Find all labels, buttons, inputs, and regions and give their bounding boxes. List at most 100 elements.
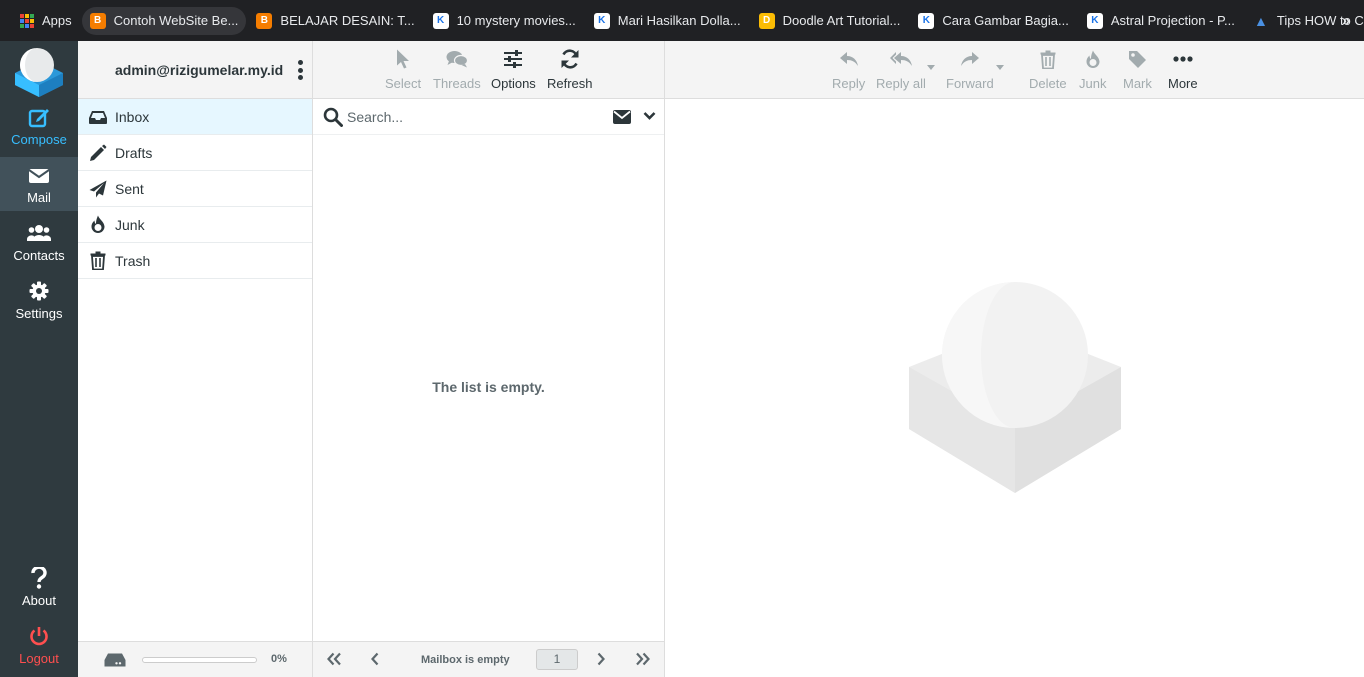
- refresh-label: Refresh: [547, 76, 593, 91]
- about-label: About: [22, 592, 56, 608]
- logout-button[interactable]: Logout: [0, 618, 78, 672]
- folder-item-trash[interactable]: Trash: [78, 243, 312, 279]
- triangle-icon: ▲: [1253, 12, 1268, 29]
- last-page-icon[interactable]: [635, 652, 651, 666]
- folder-item-sent[interactable]: Sent: [78, 171, 312, 207]
- contacts-label: Contacts: [13, 247, 65, 263]
- first-page-icon[interactable]: [326, 652, 342, 666]
- chevron-down-icon[interactable]: [643, 111, 656, 121]
- hard-drive-icon: [104, 653, 126, 667]
- forward-dropdown-icon[interactable]: [996, 65, 1004, 70]
- folder-item-drafts[interactable]: Drafts: [78, 135, 312, 171]
- folder-item-inbox[interactable]: Inbox: [78, 99, 312, 135]
- bookmark-label: Apps: [42, 13, 72, 28]
- forward-label: Forward: [946, 76, 994, 91]
- mail-button[interactable]: Mail: [0, 157, 78, 211]
- settings-label: Settings: [15, 305, 63, 321]
- bookmark-item[interactable]: K 10 mystery movies...: [425, 7, 584, 35]
- pager-info: Mailbox is empty: [421, 654, 510, 666]
- previous-page-icon[interactable]: [370, 652, 380, 666]
- empty-list-message: The list is empty.: [432, 379, 545, 395]
- bookmark-label: Cara Gambar Bagia...: [942, 13, 1069, 28]
- reply-all-button[interactable]: Reply all: [876, 47, 926, 91]
- trash-icon: [88, 251, 108, 271]
- bookmark-label: BELAJAR DESAIN: T...: [280, 13, 415, 28]
- gear-icon: [29, 280, 49, 302]
- bookmark-label: Tips HOW to CREAT...: [1276, 13, 1364, 28]
- roundcube-watermark-logo: [909, 282, 1121, 493]
- search-input[interactable]: [347, 107, 587, 127]
- pointer-icon: [396, 47, 410, 71]
- contacts-button[interactable]: Contacts: [0, 215, 78, 269]
- page-number-field[interactable]: 1: [536, 649, 578, 670]
- refresh-icon: [560, 47, 580, 71]
- mark-button[interactable]: Mark: [1123, 47, 1152, 91]
- folder-label: Inbox: [115, 108, 150, 125]
- inbox-icon: [88, 107, 108, 127]
- compose-button[interactable]: Compose: [0, 99, 78, 153]
- question-icon: [31, 566, 47, 589]
- bookmark-item[interactable]: K Astral Projection - P...: [1079, 7, 1243, 35]
- message-toolbar: Reply Reply all Forward Delete Junk Mark…: [665, 41, 1364, 99]
- bookmark-item[interactable]: B Contoh WebSite Be...: [81, 6, 247, 35]
- settings-button[interactable]: Settings: [0, 273, 78, 327]
- reply-icon: [839, 47, 859, 71]
- next-page-icon[interactable]: [596, 652, 606, 666]
- search-icon: [323, 107, 343, 127]
- more-label: More: [1168, 76, 1198, 91]
- about-button[interactable]: About: [0, 560, 78, 614]
- bookmark-item[interactable]: K Mari Hasilkan Dolla...: [586, 7, 749, 35]
- reply-all-dropdown-icon[interactable]: [927, 65, 935, 70]
- options-label: Options: [491, 76, 536, 91]
- select-button[interactable]: Select: [385, 47, 421, 91]
- users-icon: [27, 222, 51, 244]
- sliders-icon: [503, 47, 523, 71]
- list-toolbar: Select Threads Options Refresh: [313, 41, 664, 99]
- k-icon: K: [1086, 12, 1103, 29]
- k-icon: K: [593, 12, 610, 29]
- quota-progress: [142, 657, 257, 663]
- bookmarks-bar: Apps B Contoh WebSite Be... B BELAJAR DE…: [0, 0, 1364, 41]
- select-label: Select: [385, 76, 422, 91]
- folder-label: Junk: [115, 216, 145, 233]
- k-icon: K: [432, 12, 449, 29]
- junk-button[interactable]: Junk: [1079, 47, 1106, 91]
- roundcube-logo: [15, 48, 63, 97]
- bookmark-item[interactable]: K Cara Gambar Bagia...: [910, 7, 1076, 35]
- bookmark-label: Astral Projection - P...: [1110, 13, 1235, 28]
- quota-percent: 0%: [271, 653, 287, 665]
- delete-button[interactable]: Delete: [1029, 47, 1067, 91]
- reply-button[interactable]: Reply: [832, 47, 865, 91]
- folder-label: Drafts: [115, 144, 153, 161]
- blogger-icon: B: [256, 12, 273, 29]
- forward-icon: [960, 47, 980, 71]
- bookmarks-more-button[interactable]: »: [1342, 12, 1350, 28]
- quota-bar-footer: 0%: [78, 641, 312, 677]
- paper-plane-icon: [88, 179, 108, 199]
- bookmark-label: 10 mystery movies...: [456, 13, 576, 28]
- options-button[interactable]: Options: [491, 47, 536, 91]
- bookmark-item[interactable]: D Doodle Art Tutorial...: [751, 7, 909, 35]
- forward-button[interactable]: Forward: [946, 47, 994, 91]
- bookmark-item[interactable]: B BELAJAR DESAIN: T...: [248, 7, 422, 35]
- k-icon: K: [918, 12, 935, 29]
- reply-all-label: Reply all: [876, 76, 926, 91]
- envelope-icon: [29, 164, 49, 186]
- threads-button[interactable]: Threads: [433, 47, 481, 91]
- bookmark-apps[interactable]: Apps: [12, 7, 80, 35]
- account-email: admin@rizigumelar.my.id: [115, 61, 284, 78]
- refresh-button[interactable]: Refresh: [547, 47, 593, 91]
- bookmark-label: Contoh WebSite Be...: [113, 13, 239, 28]
- reply-label: Reply: [832, 76, 866, 91]
- kebab-menu-icon[interactable]: [297, 60, 303, 80]
- logout-label: Logout: [19, 650, 59, 666]
- fire-icon: [1085, 47, 1101, 71]
- blogger-icon: B: [89, 12, 106, 29]
- folder-item-junk[interactable]: Junk: [78, 207, 312, 243]
- envelope-icon[interactable]: [613, 110, 631, 124]
- junk-label: Junk: [1079, 76, 1107, 91]
- tag-icon: [1128, 47, 1147, 71]
- more-button[interactable]: More: [1168, 47, 1198, 91]
- folder-panel-header: admin@rizigumelar.my.id: [78, 41, 312, 99]
- reply-all-icon: [889, 47, 913, 71]
